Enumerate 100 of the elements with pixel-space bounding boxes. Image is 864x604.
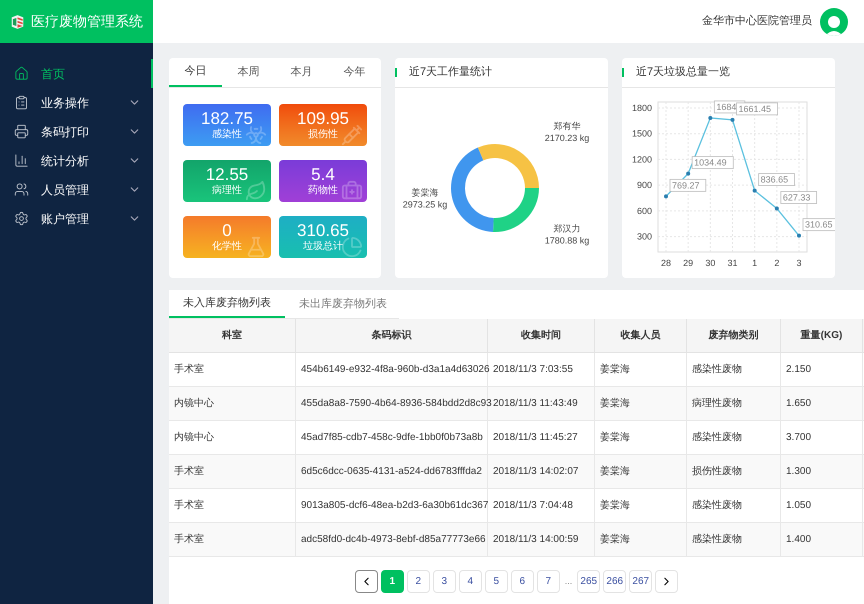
stat-label: 垃圾总计 (303, 240, 343, 253)
page-button[interactable]: 2 (406, 570, 430, 593)
column-header: 科室 (169, 319, 296, 352)
data-point (686, 172, 690, 176)
x-tick-label: 28 (661, 258, 671, 268)
table-cell: 姜棠海 (595, 523, 687, 556)
stat-label: 化学性 (212, 240, 242, 253)
column-header: 条码标识 (296, 319, 488, 352)
table-cell: 姜棠海 (595, 421, 687, 454)
printer-icon (14, 124, 29, 139)
page-button[interactable]: 267 (629, 570, 652, 593)
table-cell: 损伤性废物 (687, 455, 781, 488)
table-cell: 感染性废物 (687, 421, 781, 454)
nav-item[interactable]: 统计分析 (0, 146, 153, 175)
page-button[interactable]: 5 (484, 570, 508, 593)
table-cell: adc58fd0-dc4b-4973-8ebf-d85a77773e66 (296, 523, 488, 556)
next-page-button[interactable] (655, 570, 678, 593)
table-cell: 感染性废物 (687, 489, 781, 522)
data-point (708, 116, 712, 120)
nav-item[interactable]: 人员管理 (0, 175, 153, 204)
table-cell: 2018/11/3 14:00:59 (488, 523, 595, 556)
table-cell: 2018/11/3 7:03:55 (488, 353, 595, 386)
period-tab[interactable]: 今年 (328, 58, 381, 87)
page-button[interactable]: 265 (577, 570, 600, 593)
table-cell: 6d5c6dcc-0635-4131-a524-dd6783fffda2 (296, 455, 488, 488)
table-cell: 姜棠海 (595, 455, 687, 488)
page-button[interactable]: 266 (603, 570, 626, 593)
period-tab[interactable]: 今日 (169, 58, 222, 87)
stat-value: 182.75 (201, 109, 253, 128)
table-cell: 手术室 (169, 489, 296, 522)
stat-value: 12.55 (206, 165, 248, 184)
nav-label: 首页 (41, 66, 66, 82)
nav-item[interactable]: 首页 (0, 59, 153, 88)
table-cell: 1.400 (781, 523, 863, 556)
stat-label: 感染性 (212, 128, 242, 141)
data-point (774, 206, 779, 211)
table-cell: 1.650 (781, 387, 863, 420)
stat-value: 310.65 (297, 221, 349, 240)
value-label: 1034.49 (692, 156, 734, 170)
data-point (664, 194, 668, 198)
nav-label: 条码打印 (41, 124, 90, 140)
column-header: 收集人员 (595, 319, 687, 352)
value-label: 627.33 (780, 191, 818, 204)
card-title: 近7天垃圾总量一览 (636, 65, 730, 80)
period-tab[interactable]: 本月 (275, 58, 328, 87)
value-label: 769.27 (670, 178, 706, 192)
x-tick-label: 29 (683, 258, 694, 268)
nav-label: 人员管理 (41, 182, 90, 198)
avatar[interactable] (820, 8, 848, 36)
y-tick-label: 300 (636, 232, 652, 242)
y-tick-label: 1200 (632, 154, 652, 164)
card-title: 近7天工作量统计 (409, 64, 492, 80)
table-cell: 2.150 (781, 353, 863, 386)
table-cell: 病理性废物 (687, 387, 781, 420)
table-cell: 45ad7f85-cdb7-458c-9dfe-1bb0f0b73a8b (296, 421, 488, 454)
page-button[interactable]: 3 (432, 570, 456, 593)
nav-item[interactable]: 条码打印 (0, 117, 153, 146)
list-tab[interactable]: 未出库废弃物列表 (285, 290, 401, 318)
data-point (730, 118, 734, 122)
clipboard-icon (14, 95, 29, 110)
nav-item[interactable]: 账户管理 (0, 204, 153, 233)
x-tick-label: 31 (728, 258, 738, 268)
y-tick-label: 600 (636, 206, 652, 216)
y-tick-label: 1800 (632, 103, 652, 113)
medicine-icon (341, 180, 363, 202)
flask-icon (245, 236, 267, 258)
nav-label: 统计分析 (41, 152, 90, 170)
nav-label: 业务操作 (41, 94, 90, 112)
data-point (752, 188, 757, 193)
stat-label: 损伤性 (308, 128, 338, 141)
x-tick-label: 3 (796, 258, 802, 268)
page-button[interactable]: 4 (458, 570, 482, 593)
period-tab[interactable]: 本周 (222, 58, 275, 87)
title-accent (622, 68, 624, 77)
table-cell: 1.050 (781, 489, 863, 522)
app-title: 医疗废物管理系统 (31, 12, 143, 31)
table-cell: 手术室 (169, 455, 296, 488)
table-cell: 9013a805-dcf6-48ea-b2d3-6a30b61dc367 (296, 489, 488, 522)
stat-label: 药物性 (308, 184, 338, 197)
stat-value: 0 (222, 221, 232, 240)
page-button[interactable]: 7 (536, 570, 560, 593)
nav-item[interactable]: 业务操作 (0, 88, 153, 117)
x-tick-label: 2 (774, 258, 780, 268)
y-tick-label: 900 (636, 180, 652, 190)
user-name: 金华市中心医院管理员 (702, 14, 812, 30)
prev-page-button[interactable] (354, 570, 378, 593)
column-header: 收集时间 (488, 319, 595, 352)
slice-value: 1780.88 kg (544, 236, 590, 246)
table-cell: 姜棠海 (595, 489, 687, 522)
title-accent (395, 68, 397, 77)
syringe-icon (341, 124, 363, 146)
user-icon (14, 182, 29, 197)
column-header: 废弃物类别 (687, 319, 781, 352)
slice-name: 郑有华 (554, 121, 580, 132)
table-cell: 手术室 (169, 353, 296, 386)
table-cell: 2018/11/3 11:45:27 (488, 421, 595, 454)
page-button[interactable]: 6 (510, 570, 534, 593)
slice-name: 姜棠海 (412, 188, 438, 198)
value-label: 1661.45 (736, 102, 778, 116)
table-cell: 感染性废物 (687, 523, 781, 556)
